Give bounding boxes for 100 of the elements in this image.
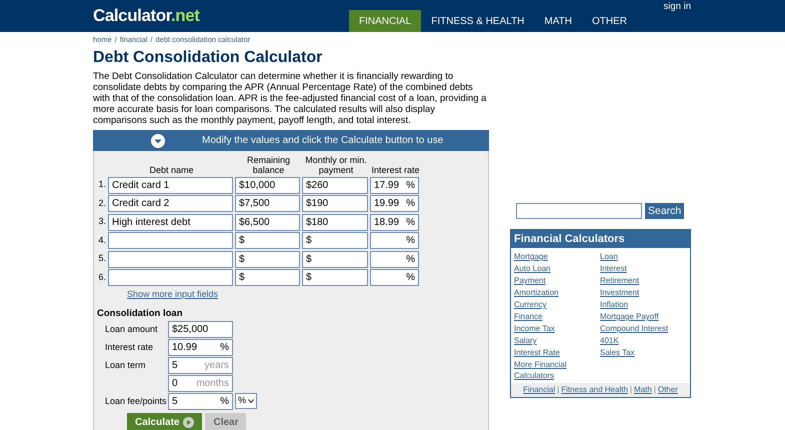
nav-tab[interactable]: MATH	[534, 10, 582, 32]
banner: Modify the values and click the Calculate button to use	[93, 130, 489, 151]
unit-label: %	[406, 234, 415, 248]
field-label: Interest rate	[105, 340, 154, 354]
calculator-link[interactable]: Amortization	[514, 287, 600, 298]
search-button[interactable]: Search	[645, 203, 684, 219]
row-number: 2.	[97, 196, 106, 210]
unit-label: %	[406, 178, 415, 192]
category-link[interactable]: Fitness and Health	[561, 384, 628, 396]
input-field[interactable]: 17.99 %	[370, 176, 419, 194]
calculator-link[interactable]: Retirement	[600, 275, 687, 286]
category-link[interactable]: Financial	[523, 384, 556, 396]
search-field[interactable]	[516, 203, 642, 219]
input-field[interactable]: $7,500	[235, 195, 300, 212]
input-field[interactable]: $6,500	[235, 214, 300, 230]
nav-tab[interactable]: FINANCIAL	[349, 10, 422, 32]
input-field[interactable]: $	[235, 250, 300, 268]
field-value: $	[239, 234, 245, 248]
chevron-down-icon[interactable]	[151, 134, 165, 148]
calculator-link[interactable]: Currency	[514, 299, 600, 310]
input-field[interactable]: $	[302, 250, 368, 268]
calculator-link[interactable]: Loan	[600, 251, 687, 262]
calculator-link[interactable]: Compound Interest	[600, 323, 687, 334]
calculator-link[interactable]: Finance	[514, 311, 600, 322]
unit-label: %	[406, 197, 415, 211]
field-value: 0	[172, 376, 178, 390]
unit-label: %	[406, 252, 415, 266]
field-value: Credit card 2	[112, 197, 170, 211]
input-field[interactable]	[108, 269, 233, 286]
input-field[interactable]: 5 years	[168, 356, 233, 374]
field-label: Loan term	[105, 358, 147, 372]
row-number: 3.	[97, 215, 106, 228]
column-header: Remaining balance	[246, 155, 292, 175]
column-header: Debt name	[148, 165, 195, 175]
sign-in-link[interactable]: sign in	[664, 0, 691, 14]
field-value: $180	[306, 216, 328, 230]
input-field[interactable]: 19.99 %	[370, 195, 419, 212]
field-value: $	[306, 234, 312, 248]
calculate-button[interactable]: Calculate	[127, 412, 202, 430]
field-label: Loan fee/points	[105, 394, 168, 408]
nav-tab[interactable]: OTHER	[582, 10, 637, 32]
input-field[interactable]: Credit card 2	[108, 195, 233, 212]
show-more-link[interactable]: Show more input fields	[127, 288, 488, 300]
calculator-link[interactable]: Payment	[514, 275, 600, 286]
input-field[interactable]: $	[302, 269, 368, 286]
input-field[interactable]: $	[235, 269, 300, 286]
input-field[interactable]	[108, 232, 233, 249]
link-separator: |	[654, 384, 656, 396]
field-value: $190	[306, 197, 328, 211]
input-field[interactable]: $	[302, 232, 368, 249]
input-field[interactable]: Credit card 1	[108, 176, 233, 194]
site-logo[interactable]: Calculator.net	[93, 3, 349, 29]
input-field[interactable]: $190	[302, 195, 368, 212]
input-field[interactable]: %	[370, 269, 419, 286]
caret-icon	[248, 398, 254, 402]
row-number: 1.	[97, 178, 106, 192]
calculator-link[interactable]: Auto Loan	[514, 263, 600, 274]
input-field[interactable]: $10,000	[235, 176, 300, 194]
calculator-link[interactable]: More Financial Calculators	[514, 359, 600, 381]
field-value: $	[306, 252, 312, 266]
field-value: 19.99	[374, 197, 400, 211]
calculator-link[interactable]: Inflation	[600, 299, 687, 310]
calculator-link[interactable]: Mortgage Payoff	[600, 311, 687, 322]
input-field[interactable]: $180	[302, 214, 368, 230]
input-field[interactable]: $	[235, 232, 300, 249]
calculator-link[interactable]: Income Tax	[514, 323, 600, 334]
input-field[interactable]: 5 %	[168, 392, 233, 410]
input-field[interactable]: 10.99 %	[168, 338, 233, 356]
calculator-link[interactable]: Interest Rate	[514, 347, 600, 358]
input-field[interactable]: %	[370, 250, 419, 268]
calculator-link[interactable]: 401K	[600, 335, 687, 346]
input-field[interactable]: $260	[302, 176, 368, 194]
unit-label: %	[406, 271, 415, 285]
field-value: $	[306, 271, 312, 285]
input-field[interactable]	[108, 250, 233, 268]
input-field[interactable]: 0 months	[168, 374, 233, 392]
field-value: 5	[172, 394, 178, 408]
calculator-link[interactable]: Interest	[600, 263, 687, 274]
calculator-link[interactable]: Mortgage	[514, 251, 600, 262]
field-value: $7,500	[239, 197, 270, 211]
box-title: Financial Calculators	[511, 230, 690, 248]
field-value: High interest debt	[112, 216, 190, 230]
calculator-link[interactable]: Sales Tax	[600, 347, 687, 358]
category-link[interactable]: Math	[634, 384, 652, 396]
unit-label: %	[220, 394, 229, 408]
category-link[interactable]: Other	[658, 384, 678, 396]
unit-select[interactable]: %	[235, 392, 258, 408]
input-field[interactable]: $25,000	[168, 320, 233, 338]
calculator-link[interactable]: Investment	[600, 287, 687, 298]
field-value: $	[239, 271, 245, 285]
input-field[interactable]: High interest debt	[108, 214, 233, 230]
calculator-link[interactable]: Salary	[514, 335, 600, 346]
input-field[interactable]: 18.99 %	[370, 214, 419, 230]
unit-label: months	[196, 376, 229, 390]
play-icon	[183, 417, 194, 428]
field-value: $6,500	[239, 216, 270, 230]
field-value: 17.99	[374, 178, 400, 192]
nav-tab[interactable]: FITNESS & HEALTH	[421, 10, 534, 32]
input-field[interactable]: %	[370, 232, 419, 249]
field-value: $260	[306, 178, 328, 192]
